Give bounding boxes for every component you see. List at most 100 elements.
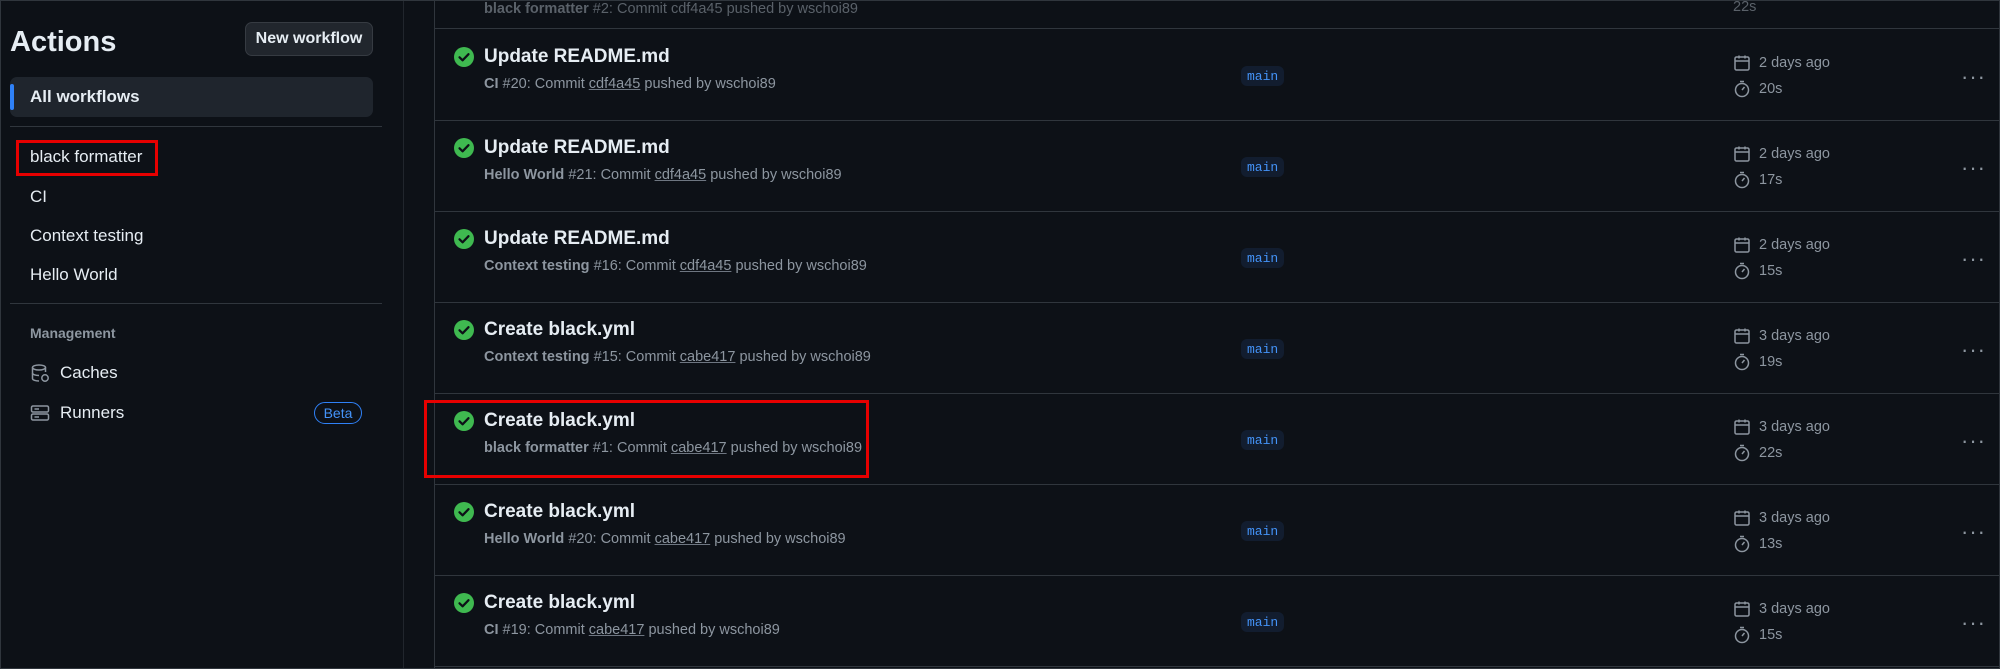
run-duration: 15s: [1733, 626, 1782, 644]
run-title[interactable]: Update README.md: [484, 228, 670, 250]
sidebar-item-ci[interactable]: CI: [30, 187, 47, 207]
run-duration: 17s: [1733, 171, 1782, 189]
branch-badge[interactable]: main: [1241, 521, 1285, 541]
run-actor: pushed by wschoi89: [739, 349, 871, 365]
run-title[interactable]: Create black.yml: [484, 592, 635, 614]
branch-badge[interactable]: main: [1241, 612, 1285, 632]
commit-sha-link[interactable]: cabe417: [680, 349, 736, 365]
run-date: 3 days ago: [1733, 418, 1830, 436]
run-workflow-name: Hello World: [484, 167, 565, 183]
run-workflow-name: CI: [484, 76, 499, 92]
table-row[interactable]: Update README.md Hello World #21: Commit…: [435, 120, 2000, 212]
table-row[interactable]: Update README.md Context testing #16: Co…: [435, 211, 2000, 303]
stopwatch-icon: [1734, 626, 1750, 644]
run-subtitle: CI #20: Commit cdf4a45 pushed by wschoi8…: [484, 76, 776, 92]
run-date: 2 days ago: [1733, 54, 1830, 72]
table-row[interactable]: Create black.yml Hello World #20: Commit…: [435, 484, 2000, 576]
success-check-icon: [454, 229, 474, 249]
run-date: 3 days ago: [1733, 509, 1830, 527]
commit-sha-link[interactable]: cdf4a45: [655, 167, 707, 183]
sidebar-item-all-workflows[interactable]: All workflows: [10, 77, 373, 117]
table-row[interactable]: Update README.md CI #20: Commit cdf4a45 …: [435, 29, 2000, 121]
table-row[interactable]: Create black.yml CI #19: Commit cabe417 …: [435, 575, 2000, 667]
management-heading: Management: [30, 325, 116, 341]
stopwatch-icon: [1734, 80, 1750, 98]
kebab-menu-icon[interactable]: ···: [1961, 519, 1986, 545]
calendar-icon: [1734, 510, 1750, 526]
calendar-icon: [1734, 419, 1750, 435]
branch-badge[interactable]: main: [1241, 248, 1285, 268]
kebab-menu-icon[interactable]: ···: [1961, 428, 1986, 454]
sidebar-item-runners[interactable]: Runners: [30, 402, 124, 424]
run-workflow-name: Context testing: [484, 349, 590, 365]
sidebar-item-caches[interactable]: Caches: [30, 362, 118, 384]
commit-sha-link[interactable]: cdf4a45: [680, 258, 732, 274]
run-title[interactable]: Update README.md: [484, 46, 670, 68]
sidebar-item-label: Caches: [60, 363, 118, 382]
branch-badge[interactable]: main: [1241, 430, 1285, 450]
sidebar-item-label: All workflows: [30, 87, 140, 106]
kebab-menu-icon[interactable]: ···: [1961, 64, 1986, 90]
run-title[interactable]: Create black.yml: [484, 319, 635, 341]
divider: [10, 303, 382, 304]
database-icon: [31, 364, 49, 382]
run-number: #15: Commit: [593, 349, 676, 365]
commit-sha-link[interactable]: cdf4a45: [589, 76, 641, 92]
sidebar-item-hello-world[interactable]: Hello World: [30, 265, 118, 285]
run-subtitle: Hello World #20: Commit cabe417 pushed b…: [484, 531, 846, 547]
kebab-menu-icon[interactable]: ···: [1961, 155, 1986, 181]
run-number: #20: Commit: [502, 76, 585, 92]
run-duration: 22s: [1733, 444, 1782, 462]
run-actor: pushed by wschoi89: [710, 167, 842, 183]
calendar-icon: [1734, 237, 1750, 253]
sidebar-item-context-testing[interactable]: Context testing: [30, 226, 143, 246]
table-row[interactable]: black formatter #2: Commit cdf4a45 pushe…: [435, 0, 2000, 29]
calendar-icon: [1734, 55, 1750, 71]
calendar-icon: [1734, 146, 1750, 162]
run-duration: 15s: [1733, 262, 1782, 280]
run-workflow-name: CI: [484, 622, 499, 638]
run-duration: 13s: [1733, 535, 1782, 553]
run-subtitle: black formatter #2: Commit cdf4a45 pushe…: [484, 1, 858, 17]
workflow-runs-list: black formatter #2: Commit cdf4a45 pushe…: [424, 0, 2000, 669]
run-number: #19: Commit: [502, 622, 585, 638]
kebab-menu-icon[interactable]: ···: [1961, 610, 1986, 636]
run-actor: pushed by wschoi89: [648, 622, 780, 638]
run-duration: 20s: [1733, 80, 1782, 98]
page-title: Actions: [10, 26, 117, 58]
branch-badge[interactable]: main: [1241, 157, 1285, 177]
sidebar-item-black-formatter[interactable]: black formatter: [30, 147, 142, 167]
calendar-icon: [1734, 601, 1750, 617]
kebab-menu-icon[interactable]: ···: [1961, 246, 1986, 272]
kebab-menu-icon[interactable]: ···: [1961, 337, 1986, 363]
sidebar-item-label: Runners: [60, 403, 125, 422]
run-subtitle: Context testing #15: Commit cabe417 push…: [484, 349, 871, 365]
branch-badge[interactable]: main: [1241, 66, 1285, 86]
run-subtitle: Hello World #21: Commit cdf4a45 pushed b…: [484, 167, 842, 183]
run-actor: pushed by wschoi89: [735, 258, 867, 274]
run-title[interactable]: Create black.yml: [484, 501, 635, 523]
commit-sha-link[interactable]: cabe417: [655, 531, 711, 547]
run-subtitle: CI #19: Commit cabe417 pushed by wschoi8…: [484, 622, 780, 638]
server-icon: [30, 405, 50, 421]
stopwatch-icon: [1734, 535, 1750, 553]
run-duration: 22s: [1733, 0, 1757, 15]
active-indicator: [10, 84, 14, 110]
success-check-icon: [454, 593, 474, 613]
run-date: 3 days ago: [1733, 327, 1830, 345]
branch-badge[interactable]: main: [1241, 339, 1285, 359]
table-row[interactable]: Create black.yml Context testing #15: Co…: [435, 302, 2000, 394]
commit-sha-link[interactable]: cabe417: [589, 622, 645, 638]
run-actor: pushed by wschoi89: [714, 531, 846, 547]
stopwatch-icon: [1734, 353, 1750, 371]
run-workflow-name: Context testing: [484, 258, 590, 274]
run-title[interactable]: Update README.md: [484, 137, 670, 159]
run-number: #20: Commit: [568, 531, 651, 547]
new-workflow-button[interactable]: New workflow: [245, 22, 373, 56]
run-number: #16: Commit: [593, 258, 676, 274]
run-duration: 19s: [1733, 353, 1782, 371]
run-date: 3 days ago: [1733, 600, 1830, 618]
stopwatch-icon: [1734, 171, 1750, 189]
stopwatch-icon: [1734, 262, 1750, 280]
success-check-icon: [454, 47, 474, 67]
